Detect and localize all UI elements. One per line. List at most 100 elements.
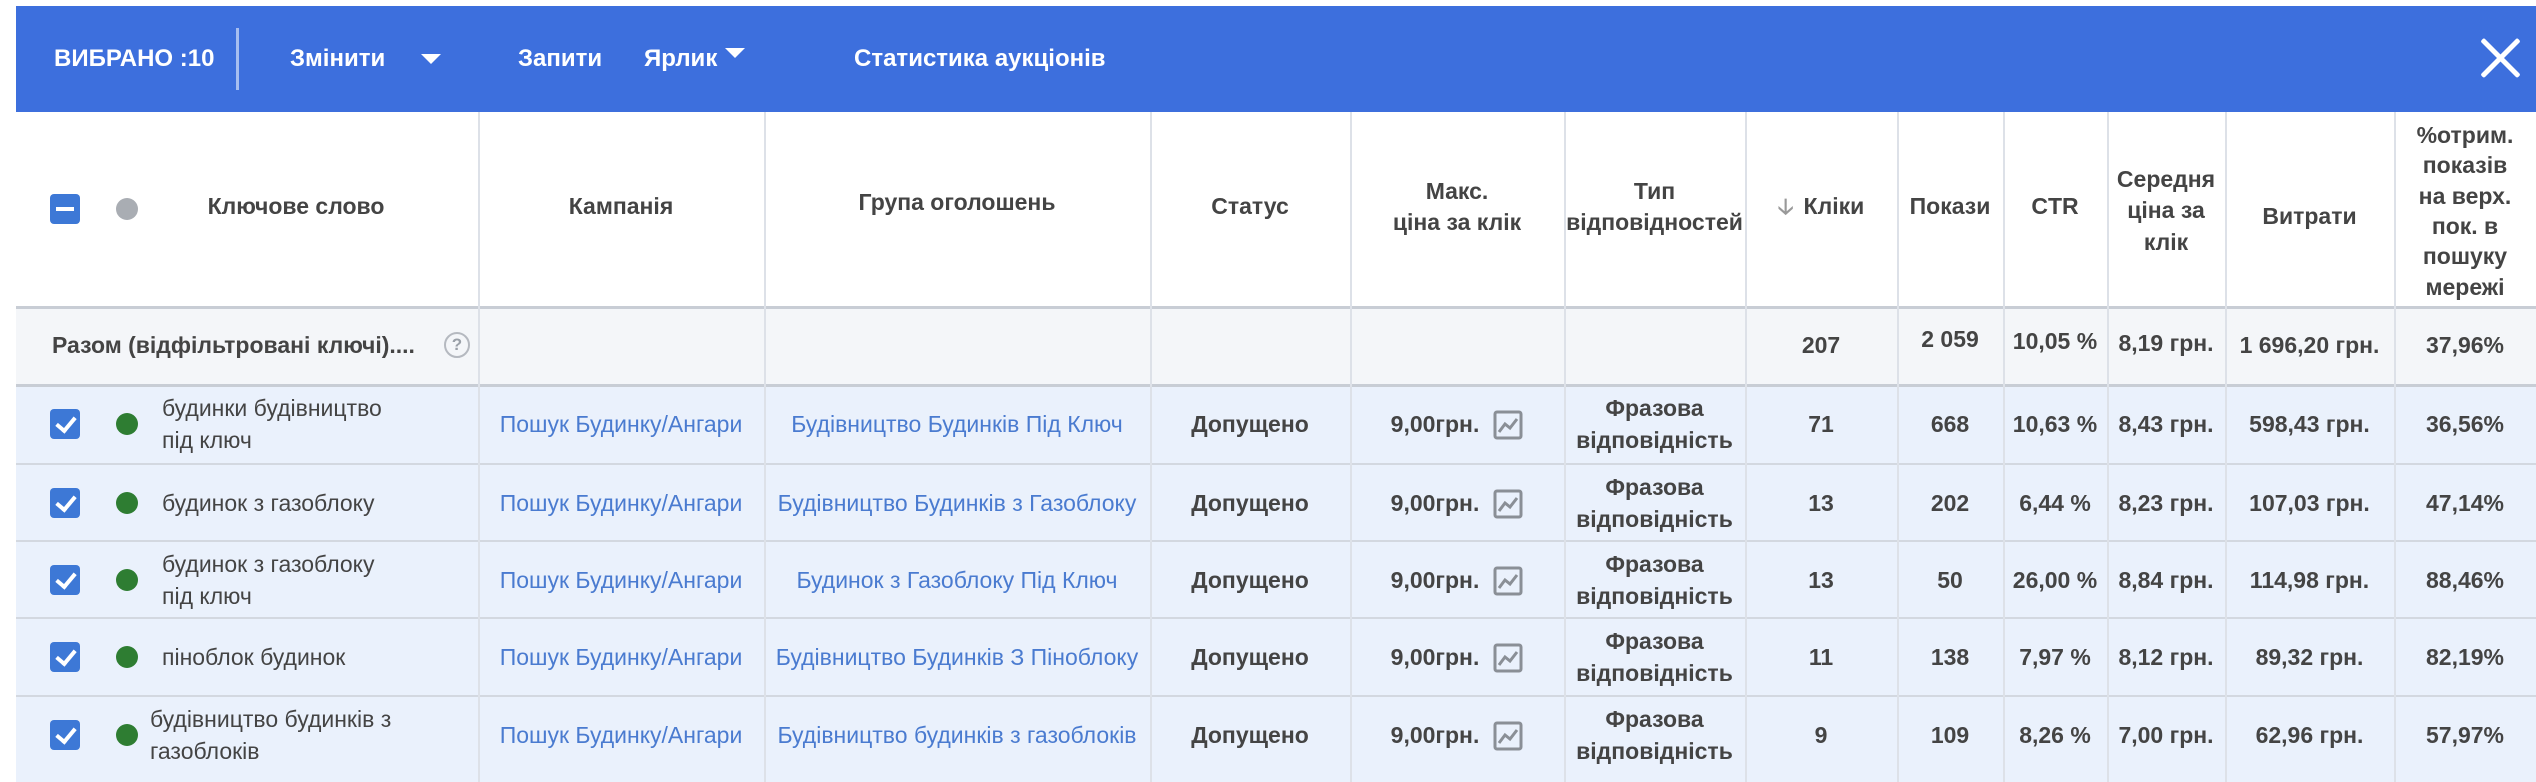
- ad-group-link[interactable]: Будівництво Будинків з Газоблоку: [764, 465, 1150, 542]
- top-share-value: 88,46%: [2425, 566, 2504, 593]
- keyword-line1: піноблок будинок: [162, 643, 346, 670]
- ctr-value: 6,44 %: [2019, 489, 2091, 516]
- header-cost[interactable]: Витрати: [2225, 192, 2394, 242]
- keyword-text[interactable]: будинки будівництво під ключ: [162, 386, 382, 463]
- campaign-link[interactable]: Пошук Будинку/Ангари: [478, 697, 764, 774]
- cost-value: 107,03 грн.: [2249, 489, 2370, 516]
- ctr-value: 7,97 %: [2019, 643, 2091, 670]
- header-top-line4: пок. в: [2431, 213, 2499, 239]
- match-type-line1: Фразова: [1605, 706, 1704, 733]
- table-row[interactable]: будівництво будинків з газоблоків Пошук Бу…: [16, 697, 2536, 774]
- top-share-value: 36,56%: [2425, 410, 2504, 437]
- max-cpc-cell[interactable]: 9,00грн.: [1350, 386, 1564, 463]
- keyword-line2: газоблоків: [150, 737, 260, 764]
- ad-group-link[interactable]: Будівництво Будинків Під Ключ: [764, 386, 1150, 463]
- bid-chart-icon[interactable]: [1493, 410, 1523, 440]
- enabled-status-dot-icon: [116, 492, 138, 514]
- header-max-cpc[interactable]: Макс. ціна за клік: [1350, 152, 1564, 262]
- header-top-line5: пошуку: [2422, 243, 2508, 270]
- clicks-value: 9: [1814, 721, 1828, 748]
- row-checkbox[interactable]: [50, 488, 80, 518]
- max-cpc-cell[interactable]: 9,00грн.: [1350, 465, 1564, 542]
- match-type-line1: Фразова: [1605, 551, 1704, 578]
- max-cpc-cell[interactable]: 9,00грн.: [1350, 697, 1564, 774]
- bid-chart-icon[interactable]: [1493, 721, 1523, 751]
- impressions-value: 138: [1930, 643, 1970, 670]
- bid-chart-icon[interactable]: [1493, 566, 1523, 596]
- enabled-status-dot-icon: [116, 413, 138, 435]
- edit-dropdown[interactable]: Змінити: [290, 6, 442, 112]
- total-avg-cpc: 8,19 грн.: [2118, 330, 2214, 357]
- max-cpc-cell[interactable]: 9,00грн.: [1350, 542, 1564, 619]
- status-text: Допущено: [1191, 721, 1309, 748]
- help-icon[interactable]: ?: [444, 332, 470, 358]
- row-checkbox[interactable]: [50, 642, 80, 672]
- match-type-line2: відповідність: [1576, 737, 1733, 764]
- header-top-impression-share[interactable]: %отрим. показів на верх. пок. в пошуку м…: [2394, 116, 2536, 306]
- header-avg-line3: клік: [2143, 228, 2189, 255]
- keyword-text[interactable]: будинок з газоблоку: [162, 465, 374, 542]
- header-ad-group[interactable]: Група оголошень: [764, 178, 1150, 228]
- header-avg-line1: Середня: [2116, 166, 2216, 193]
- status-dot-icon: [116, 198, 138, 220]
- max-cpc-cell[interactable]: 9,00грн.: [1350, 619, 1564, 696]
- clicks-value: 11: [1808, 643, 1834, 670]
- header-avg-cpc[interactable]: Середня ціна за клік: [2107, 146, 2225, 276]
- match-type-cell: Фразова відповідність: [1564, 386, 1745, 463]
- row-checkbox[interactable]: [50, 409, 80, 439]
- status-text: Допущено: [1191, 489, 1309, 516]
- header-max-cpc-line2: ціна за клік: [1392, 209, 1522, 235]
- max-cpc-value: 9,00грн.: [1390, 410, 1480, 437]
- ad-group-link[interactable]: Будівництво будинків з газоблоків: [764, 697, 1150, 774]
- header-keyword[interactable]: Ключове слово: [176, 182, 416, 232]
- keyword-text[interactable]: будинок з газоблоку під ключ: [162, 542, 374, 619]
- row-checkbox[interactable]: [50, 565, 80, 595]
- match-type-line1: Фразова: [1605, 395, 1704, 422]
- keyword-line2: під ключ: [162, 426, 252, 453]
- campaign-link[interactable]: Пошук Будинку/Ангари: [478, 542, 764, 619]
- keyword-line1: будинки будівництво: [162, 395, 382, 422]
- enabled-status-dot-icon: [116, 646, 138, 668]
- status-text: Допущено: [1191, 643, 1309, 670]
- bid-chart-icon[interactable]: [1493, 643, 1523, 673]
- header-impressions[interactable]: Покази: [1897, 182, 2003, 232]
- header-max-cpc-line1: Макс.: [1425, 177, 1489, 204]
- close-icon[interactable]: [2478, 36, 2522, 80]
- keyword-text[interactable]: піноблок будинок: [162, 619, 345, 696]
- selected-count: ВИБРАНО :10: [54, 45, 215, 72]
- keyword-text[interactable]: будівництво будинків з газоблоків: [150, 697, 391, 774]
- table-row[interactable]: будинок з газоблоку під ключ Пошук Будинку…: [16, 542, 2536, 619]
- queries-button[interactable]: Запити: [518, 6, 602, 112]
- ad-group-link[interactable]: Будинок з Газоблоку Під Ключ: [764, 542, 1150, 619]
- header-ctr[interactable]: CTR: [2003, 182, 2107, 232]
- auction-stats-button[interactable]: Статистика аукціонів: [854, 6, 1106, 112]
- chevron-down-icon: [421, 54, 442, 64]
- campaign-link[interactable]: Пошук Будинку/Ангари: [478, 465, 764, 542]
- avg-cpc-value: 7,00 грн.: [2118, 721, 2214, 748]
- row-checkbox[interactable]: [50, 720, 80, 750]
- impressions-value: 50: [1937, 566, 1963, 593]
- header-match-line2: відповідностей: [1566, 209, 1743, 235]
- max-cpc-value: 9,00грн.: [1390, 489, 1480, 516]
- header-clicks[interactable]: 🡣 Кліки: [1745, 182, 1897, 232]
- label-dropdown[interactable]: Ярлик: [644, 6, 746, 112]
- campaign-link[interactable]: Пошук Будинку/Ангари: [478, 619, 764, 696]
- select-all-checkbox[interactable]: [50, 194, 80, 224]
- campaign-link[interactable]: Пошук Будинку/Ангари: [478, 386, 764, 463]
- avg-cpc-value: 8,12 грн.: [2118, 643, 2214, 670]
- header-top-line1: %отрим.: [2416, 121, 2514, 148]
- bid-chart-icon[interactable]: [1493, 489, 1523, 519]
- header-campaign[interactable]: Кампанія: [478, 182, 764, 232]
- table-row[interactable]: будинок з газоблоку Пошук Будинку/Ангари Б…: [16, 465, 2536, 542]
- ad-group-link[interactable]: Будівництво Будинків З Піноблоку: [764, 619, 1150, 696]
- table-row[interactable]: піноблок будинок Пошук Будинку/Ангари Буді…: [16, 619, 2536, 696]
- avg-cpc-value: 8,84 грн.: [2118, 566, 2214, 593]
- match-type-cell: Фразова відповідність: [1564, 542, 1745, 619]
- table-row[interactable]: будинки будівництво під ключ Пошук Будинку…: [16, 386, 2536, 463]
- top-share-value: 47,14%: [2425, 489, 2504, 516]
- keyword-line2: під ключ: [162, 582, 252, 609]
- header-status[interactable]: Статус: [1150, 182, 1350, 232]
- header-match-type[interactable]: Тип відповідностей: [1564, 152, 1745, 262]
- header-clicks-label: Кліки: [1803, 193, 1865, 220]
- ctr-value: 8,26 %: [2019, 721, 2091, 748]
